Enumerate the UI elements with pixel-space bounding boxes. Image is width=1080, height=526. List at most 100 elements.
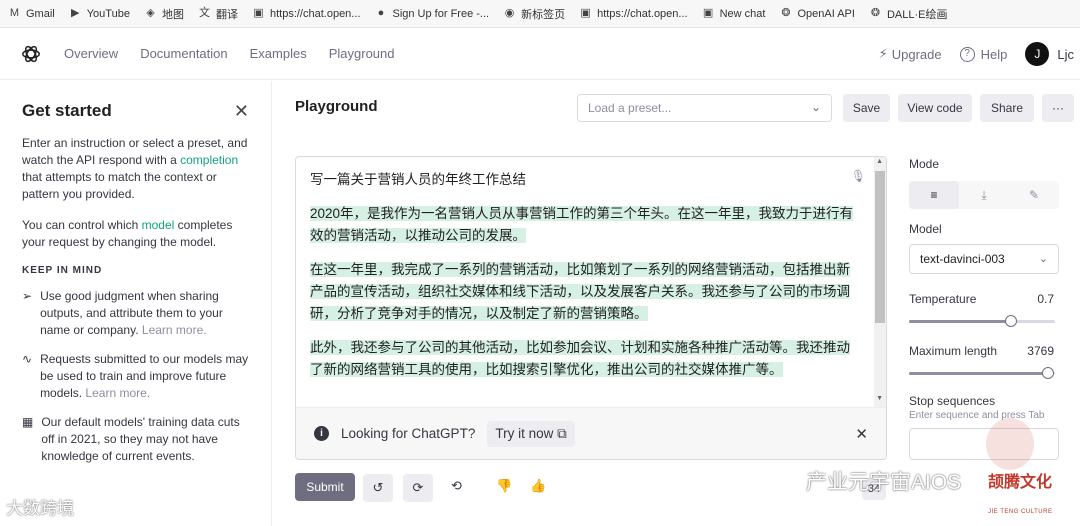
- chatgpt-banner: i Looking for ChatGPT? Try it now ⧉ ✕: [296, 407, 886, 459]
- bookmark-item[interactable]: 文翻译: [198, 6, 238, 22]
- scroll-up-icon[interactable]: ▲: [876, 158, 883, 165]
- view-code-button[interactable]: View code: [898, 94, 972, 122]
- chevron-down-icon: ⌄: [810, 100, 821, 114]
- bookmark-item[interactable]: ❂ OpenAI API: [779, 7, 855, 20]
- bookmark-item[interactable]: ◉ 新标签页: [503, 6, 565, 22]
- more-button[interactable]: ···: [1042, 94, 1074, 122]
- close-icon[interactable]: ✕: [234, 101, 249, 122]
- keep-in-mind-heading: KEEP IN MIND: [22, 265, 103, 276]
- learn-more-link[interactable]: Learn more.: [142, 323, 207, 337]
- thumbs-up-icon[interactable]: 👍: [530, 478, 546, 494]
- edit-mode-icon[interactable]: ✎: [1009, 181, 1059, 209]
- slider-fill: [909, 372, 1048, 375]
- bookmark-item[interactable]: ▣ New chat: [702, 7, 766, 20]
- openai-icon: ❂: [781, 7, 791, 19]
- bookmark-label: 地图: [161, 8, 184, 21]
- microphone-icon[interactable]: 🎙: [851, 169, 866, 183]
- watermark-left: 大数跨境: [6, 499, 74, 518]
- nav-overview[interactable]: Overview: [64, 46, 118, 61]
- temperature-slider[interactable]: [909, 315, 1055, 327]
- help-label: Help: [980, 46, 1008, 62]
- complete-mode-icon[interactable]: ≡: [909, 181, 959, 209]
- newtab-icon: ◉: [504, 7, 515, 19]
- model-text-a: You can control which: [22, 218, 142, 232]
- watermark-right: 产业元宇宙AIOS: [806, 471, 962, 494]
- stop-sequences-hint: Enter sequence and press Tab: [909, 410, 1045, 421]
- mode-label: Mode: [909, 157, 940, 171]
- upgrade-label: Upgrade: [891, 46, 942, 62]
- bookmark-item[interactable]: ● Sign Up for Free -...: [374, 7, 489, 20]
- slider-handle[interactable]: [1041, 367, 1054, 379]
- page-icon: ▣: [580, 7, 591, 19]
- temperature-label: Temperature: [909, 292, 977, 306]
- scroll-down-icon[interactable]: ▼: [876, 395, 883, 402]
- editor-content[interactable]: 写一篇关于营销人员的年终工作总结 2020年，是我作为一名营销人员从事营销工作的…: [310, 169, 855, 393]
- tip-text: Our default models' training data cuts o…: [41, 414, 249, 465]
- bookmarks-bar: M Gmail ▶ YouTube ◈ 地图 文翻译 ▣ https://chat.open..…: [0, 0, 1080, 28]
- tips-list: ➢ Use good judgment when sharing outputs,…: [22, 288, 249, 465]
- stop-sequences-input[interactable]: [909, 428, 1059, 460]
- upgrade-button[interactable]: ⚡ Upgrade: [879, 46, 942, 62]
- activity-icon: ∿: [22, 352, 33, 366]
- completion-link[interactable]: completion: [180, 153, 238, 167]
- bookmark-label: OpenAI API: [797, 7, 855, 20]
- save-button[interactable]: Save: [843, 94, 890, 122]
- scroll-thumb[interactable]: [875, 171, 885, 323]
- watermark-brand-sub: JIE TENG CULTURE: [988, 509, 1053, 515]
- bookmark-item[interactable]: ▶ YouTube: [69, 7, 130, 20]
- external-link-icon: ⧉: [557, 425, 567, 441]
- openai-logo-icon[interactable]: [20, 43, 42, 65]
- model-value: text-davinci-003: [920, 252, 1005, 266]
- submit-button[interactable]: Submit: [295, 473, 355, 501]
- model-select[interactable]: text-davinci-003 ⌄: [909, 244, 1059, 274]
- nav-playground[interactable]: Playground: [329, 46, 395, 61]
- tip-text: Use good judgment when sharing outputs, …: [40, 288, 249, 339]
- top-nav: Overview Documentation Examples Playgrou…: [0, 28, 1080, 80]
- prompt-editor[interactable]: 写一篇关于营销人员的年终工作总结 2020年，是我作为一名营销人员从事营销工作的…: [295, 156, 887, 460]
- try-it-now-label: Try it now: [495, 425, 554, 441]
- model-link[interactable]: model: [142, 218, 175, 232]
- max-length-slider[interactable]: [909, 367, 1055, 379]
- send-icon: ➢: [22, 289, 33, 303]
- bookmark-item[interactable]: ▣ https://chat.open...: [252, 7, 360, 20]
- bookmark-label: https://chat.open...: [597, 7, 688, 20]
- preset-placeholder: Load a preset...: [588, 101, 672, 115]
- tip-item: ∿ Requests submitted to our models may be…: [22, 351, 249, 402]
- max-length-value: 3769: [1027, 344, 1054, 358]
- bookmark-item[interactable]: ❂ DALL·E绘画: [869, 6, 948, 22]
- map-icon: ◈: [146, 7, 155, 19]
- thumbs-down-icon[interactable]: 👎: [496, 478, 512, 494]
- preset-select[interactable]: Load a preset... ⌄: [577, 94, 832, 122]
- intro-text: Enter an instruction or select a preset,…: [22, 135, 249, 203]
- insert-mode-icon[interactable]: ⤓: [959, 181, 1009, 209]
- nav-documentation[interactable]: Documentation: [140, 46, 227, 61]
- gmail-icon: M: [9, 7, 20, 19]
- tip-item: ➢ Use good judgment when sharing outputs,…: [22, 288, 249, 339]
- nav-examples[interactable]: Examples: [250, 46, 307, 61]
- bookmark-label: Gmail: [26, 7, 55, 20]
- bolt-icon: ⚡: [878, 46, 888, 61]
- close-icon[interactable]: ✕: [855, 425, 868, 443]
- editor-scrollbar[interactable]: ▲ ▼: [874, 157, 886, 407]
- translate-icon: 文: [198, 7, 210, 19]
- bookmark-item[interactable]: M Gmail: [8, 7, 55, 20]
- prompt-line: 写一篇关于营销人员的年终工作总结: [310, 172, 526, 187]
- help-button[interactable]: ? Help: [959, 46, 1008, 62]
- learn-more-link[interactable]: Learn more.: [85, 386, 150, 400]
- try-it-now-link[interactable]: Try it now ⧉: [487, 420, 575, 447]
- completion-text: 2020年，是我作为一名营销人员从事营销工作的第三个年头。在这一年里，我致力于进…: [310, 206, 854, 243]
- get-started-panel: Get started ✕ Enter an instruction or se…: [0, 81, 272, 526]
- slider-handle[interactable]: [1005, 315, 1018, 327]
- history-icon[interactable]: ⟲: [451, 478, 462, 494]
- share-button[interactable]: Share: [980, 94, 1034, 122]
- bookmark-item[interactable]: ◈ 地图: [144, 6, 184, 22]
- undo-icon[interactable]: ↺: [363, 474, 393, 502]
- user-name: Ljc: [1057, 46, 1074, 62]
- chat-icon: ▣: [702, 7, 714, 19]
- user-menu[interactable]: J Ljc: [1025, 42, 1074, 66]
- nav-right: ⚡ Upgrade ? Help J Ljc: [861, 28, 1074, 80]
- bookmark-item[interactable]: ▣ https://chat.open...: [579, 7, 688, 20]
- page-icon: ▣: [253, 7, 264, 19]
- regenerate-icon[interactable]: ⟳: [403, 474, 433, 502]
- tip-body: Our default models' training data cuts o…: [41, 415, 240, 463]
